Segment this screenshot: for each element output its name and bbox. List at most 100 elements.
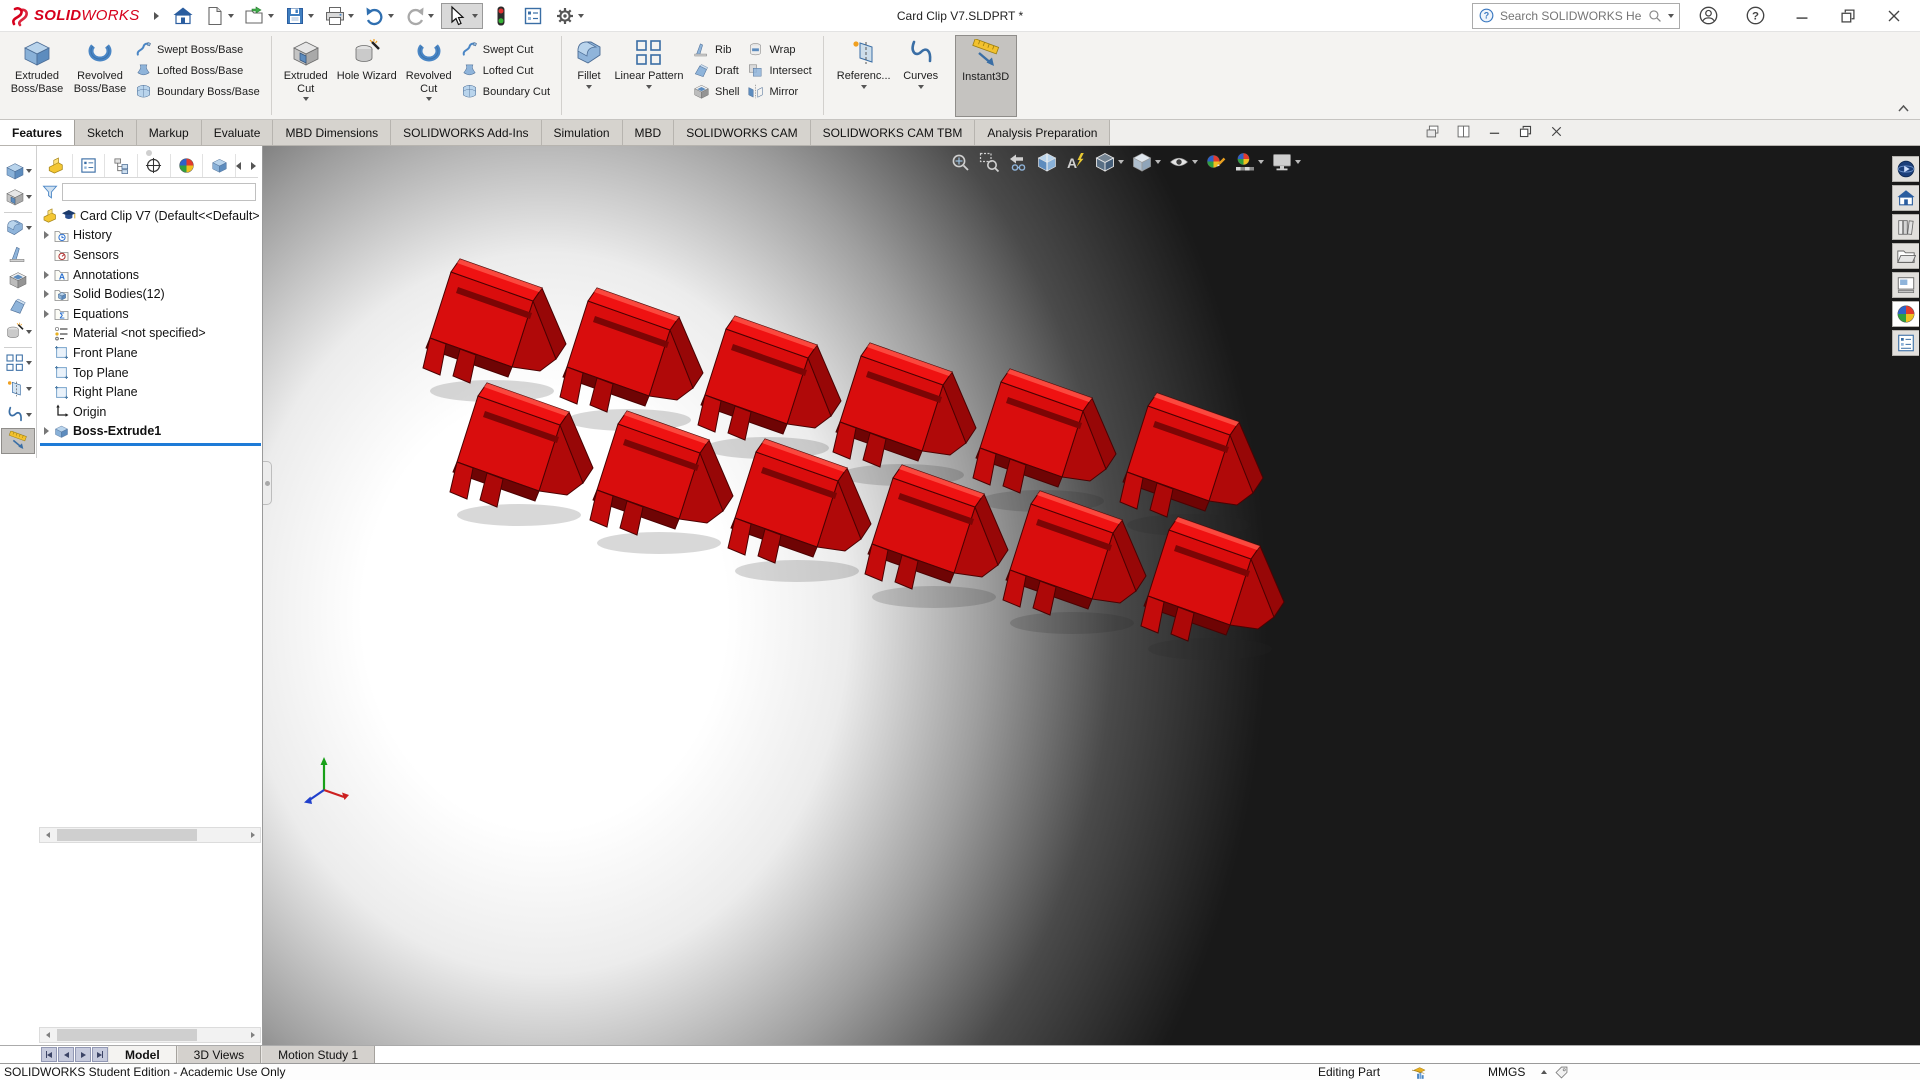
help-search-box[interactable]: [1472, 2, 1680, 29]
strip-dropdown[interactable]: [25, 169, 32, 173]
tab-solidworks-cam[interactable]: SOLIDWORKS CAM: [674, 120, 811, 145]
curves-button[interactable]: Curves: [897, 35, 945, 117]
strip-dropdown[interactable]: [25, 413, 32, 417]
rollback-bar[interactable]: [40, 443, 261, 447]
section-view-button[interactable]: [1036, 151, 1058, 173]
strip-dropdown[interactable]: [25, 361, 32, 365]
strip-curves-button[interactable]: [1, 402, 35, 428]
tab-simulation[interactable]: Simulation: [542, 120, 623, 145]
tag-icon[interactable]: [1554, 1065, 1569, 1080]
wrap-button[interactable]: Wrap: [743, 39, 815, 60]
strip-hole-wizard-button[interactable]: [1, 319, 35, 345]
custom-properties-tab[interactable]: [1892, 330, 1919, 356]
boundary-cut-button[interactable]: Boundary Cut: [457, 81, 554, 102]
scrollbar-thumb[interactable]: [57, 829, 197, 841]
tree-item-origin[interactable]: Origin: [40, 402, 261, 422]
draft-button[interactable]: Draft: [689, 60, 743, 81]
tab-mbd-dimensions[interactable]: MBD Dimensions: [273, 120, 392, 145]
tree-filter-input[interactable]: [62, 183, 256, 201]
tab-analysis-preparation[interactable]: Analysis Preparation: [975, 120, 1111, 145]
tree-item-material[interactable]: Material <not specified>: [40, 324, 261, 344]
undo-button[interactable]: [361, 3, 397, 29]
scrollbar-track[interactable]: [55, 828, 245, 842]
strip-dropdown[interactable]: [25, 195, 32, 199]
card-clip-body[interactable]: [422, 258, 567, 403]
tree-item-annotations[interactable]: Annotations: [40, 265, 261, 285]
reference-geometry-dropdown[interactable]: [860, 84, 867, 89]
menu-expand-arrow[interactable]: [153, 11, 159, 20]
display-style-button[interactable]: [1131, 151, 1161, 173]
model-tab[interactable]: Model: [108, 1046, 177, 1063]
linear-pattern-dropdown[interactable]: [646, 84, 652, 89]
options-dropdown[interactable]: [577, 13, 584, 18]
scrollbar-track[interactable]: [55, 1028, 245, 1042]
tab-evaluate[interactable]: Evaluate: [202, 120, 274, 145]
options-button[interactable]: [551, 3, 587, 29]
close-button[interactable]: [1876, 2, 1912, 30]
collapse-ribbon-chevron[interactable]: [1897, 104, 1910, 113]
card-clip-body[interactable]: [972, 368, 1117, 513]
display-style-dropdown[interactable]: [1155, 160, 1161, 164]
help-button[interactable]: [1737, 1, 1774, 30]
select-tool-dropdown[interactable]: [471, 13, 478, 18]
panel-horizontal-scrollbar[interactable]: [39, 1027, 261, 1043]
strip-fillet-button[interactable]: [1, 215, 35, 241]
tree-item-sensors[interactable]: Sensors: [40, 245, 261, 265]
previous-view-button[interactable]: [1007, 151, 1029, 173]
document-close-icon[interactable]: [1548, 123, 1565, 140]
strip-draft-button[interactable]: [1, 293, 35, 319]
card-clip-body[interactable]: [1119, 392, 1264, 537]
configuration-manager-tab[interactable]: [105, 154, 139, 177]
shell-button[interactable]: Shell: [689, 81, 743, 102]
select-tool-button[interactable]: [440, 2, 483, 29]
tab-solidworks-cam-tbm[interactable]: SOLIDWORKS CAM TBM: [811, 120, 976, 145]
lofted-boss-base-button[interactable]: Lofted Boss/Base: [131, 60, 264, 81]
scroll-right-button[interactable]: [245, 1028, 260, 1042]
file-properties-button[interactable]: [519, 3, 547, 29]
graphics-viewport[interactable]: [263, 146, 1920, 1045]
home-button[interactable]: [169, 3, 197, 29]
next-tab-button[interactable]: [75, 1047, 91, 1062]
tree-item-top-plane[interactable]: Top Plane: [40, 363, 261, 383]
annotation-visibility-button[interactable]: [1065, 151, 1087, 173]
design-library-home-tab[interactable]: [1892, 185, 1919, 211]
rebuild-button[interactable]: [487, 3, 515, 29]
edit-appearance-button[interactable]: [1205, 151, 1227, 173]
card-clip-body[interactable]: [449, 382, 594, 527]
lofted-cut-button[interactable]: Lofted Cut: [457, 60, 554, 81]
tree-item-solid-bodies[interactable]: Solid Bodies(12): [40, 284, 261, 304]
extruded-cut-button[interactable]: Extruded Cut: [279, 35, 333, 117]
restore-button[interactable]: [1830, 2, 1866, 30]
scroll-left-button[interactable]: [40, 1028, 55, 1042]
save-button[interactable]: [281, 3, 317, 29]
strip-extruded-cut-button[interactable]: [1, 184, 35, 210]
rib-button[interactable]: Rib: [689, 39, 743, 60]
dimxpert-manager-tab[interactable]: [138, 154, 171, 177]
strip-shell-button[interactable]: [1, 267, 35, 293]
strip-linear-pattern-button[interactable]: [1, 350, 35, 376]
expand-arrow-icon[interactable]: [44, 427, 49, 436]
help-search-input[interactable]: [1500, 8, 1642, 23]
strip-extruded-boss-button[interactable]: [1, 158, 35, 184]
search-scope-dropdown[interactable]: [1668, 13, 1674, 18]
reference-geometry-button[interactable]: Referenc...: [831, 35, 897, 117]
fillet-button[interactable]: Fillet: [569, 35, 609, 117]
swept-cut-button[interactable]: Swept Cut: [457, 39, 554, 60]
open-button[interactable]: [241, 3, 277, 29]
mirror-button[interactable]: Mirror: [743, 81, 815, 102]
search-icon[interactable]: [1647, 8, 1663, 24]
hide-show-items-button[interactable]: [1168, 151, 1198, 173]
units-label[interactable]: MMGS: [1488, 1065, 1525, 1079]
view-orientation-button[interactable]: [1094, 151, 1124, 173]
feature-manager-design-tree-tab[interactable]: [40, 154, 73, 177]
card-clip-body[interactable]: [1002, 490, 1147, 635]
scroll-left-button[interactable]: [40, 828, 55, 842]
resources-tab[interactable]: [1892, 156, 1919, 182]
scroll-right-button[interactable]: [245, 828, 260, 842]
instant3d-button[interactable]: Instant3D: [954, 35, 1017, 117]
tree-horizontal-scrollbar[interactable]: [39, 827, 261, 843]
apply-scene-button[interactable]: [1234, 151, 1264, 173]
appearances-tab[interactable]: [1892, 301, 1919, 327]
view-orientation-dropdown[interactable]: [1118, 160, 1124, 164]
last-tab-button[interactable]: [92, 1047, 108, 1062]
